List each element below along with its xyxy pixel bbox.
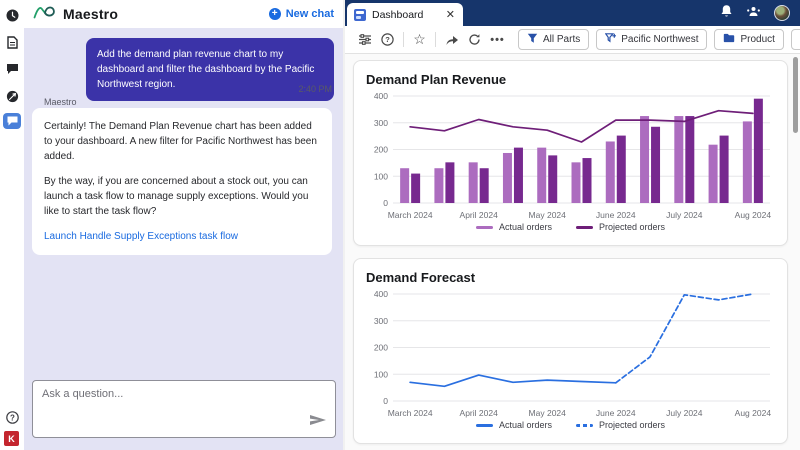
- favorite-star-icon[interactable]: ☆: [408, 29, 431, 51]
- filter-icon: [527, 33, 538, 47]
- svg-text:0: 0: [383, 396, 388, 406]
- svg-text:Aug 2024: Aug 2024: [735, 210, 772, 220]
- chat-input[interactable]: [42, 388, 312, 428]
- chart-legend: Actual orders Projected orders: [366, 222, 775, 232]
- svg-text:July 2024: July 2024: [666, 408, 703, 418]
- compass-icon[interactable]: [4, 88, 20, 104]
- bot-message-bubble: Certainly! The Demand Plan Revenue chart…: [32, 108, 332, 255]
- legend-item: Actual orders: [476, 222, 552, 232]
- dashboard-top-bar: Dashboard ✕: [345, 0, 800, 26]
- send-icon[interactable]: [309, 413, 327, 431]
- chip-planning-date[interactable]: Before planning date 6 mon: [791, 29, 800, 50]
- svg-text:300: 300: [374, 118, 388, 128]
- svg-text:400: 400: [374, 91, 388, 101]
- bot-name-label: Maestro: [44, 97, 77, 107]
- chip-all-parts[interactable]: All Parts: [518, 29, 589, 50]
- help-icon[interactable]: ?: [4, 409, 20, 425]
- chat-panel: Maestro + New chat Add the demand plan r…: [24, 0, 343, 450]
- top-bar-actions: [720, 4, 800, 23]
- chart-title: Demand Forecast: [366, 270, 775, 285]
- app-title: Maestro: [63, 6, 118, 22]
- svg-text:May 2024: May 2024: [529, 408, 567, 418]
- dashboard-panel: Dashboard ✕ ? ☆: [343, 0, 800, 450]
- chart-legend: Actual orders Projected orders: [366, 420, 775, 430]
- legend-item: Actual orders: [476, 420, 552, 430]
- filter-chips: All Parts Pacific Northwest Product: [518, 29, 800, 50]
- dashboard-tab-label: Dashboard: [372, 9, 439, 21]
- chip-product[interactable]: Product: [714, 29, 783, 50]
- folder-icon: [723, 33, 735, 46]
- svg-text:June 2024: June 2024: [596, 210, 636, 220]
- refresh-icon[interactable]: [463, 29, 486, 51]
- bot-paragraph-1: Certainly! The Demand Plan Revenue chart…: [44, 119, 320, 164]
- svg-text:200: 200: [374, 145, 388, 155]
- more-options-icon[interactable]: •••: [486, 29, 509, 51]
- help-circle-icon[interactable]: ?: [376, 29, 399, 51]
- svg-text:200: 200: [374, 343, 388, 353]
- demand-forecast-chart: 0 100 200 300 400 March 2024 April 2024 May 202…: [366, 287, 776, 419]
- chart-title: Demand Plan Revenue: [366, 72, 775, 87]
- history-clock-icon[interactable]: [4, 7, 20, 23]
- document-icon[interactable]: [4, 34, 20, 50]
- svg-text:?: ?: [10, 413, 15, 422]
- message-timestamp: 2:40 PM: [298, 84, 332, 94]
- svg-text:July 2024: July 2024: [666, 210, 703, 220]
- left-icon-rail: ? K: [0, 0, 24, 450]
- demand-forecast-card: Demand Forecast 0 100 200 300 400 March 2024 A…: [353, 258, 788, 444]
- new-chat-button[interactable]: + New chat: [269, 8, 334, 20]
- svg-text:May 2024: May 2024: [529, 210, 567, 220]
- svg-text:?: ?: [385, 35, 390, 44]
- svg-text:June 2024: June 2024: [596, 408, 636, 418]
- notifications-bell-icon[interactable]: [720, 4, 733, 23]
- svg-text:April 2024: April 2024: [460, 210, 499, 220]
- chip-pacific-northwest[interactable]: Pacific Northwest: [596, 29, 707, 50]
- new-chat-label: New chat: [286, 8, 334, 20]
- svg-text:Aug 2024: Aug 2024: [735, 408, 772, 418]
- svg-text:0: 0: [383, 198, 388, 208]
- chip-label: Pacific Northwest: [621, 34, 698, 45]
- chip-label: Product: [740, 34, 774, 45]
- toolbar-divider: [435, 32, 436, 47]
- svg-text:300: 300: [374, 316, 388, 326]
- dashboard-tab-icon: [354, 9, 366, 21]
- chat-header: Maestro + New chat: [24, 0, 343, 28]
- demand-plan-revenue-card: Demand Plan Revenue 0 100 200 300 400 March 2…: [353, 60, 788, 246]
- chat-input-box: [32, 380, 336, 438]
- toolbar-divider: [403, 32, 404, 47]
- tab-dashboard[interactable]: Dashboard ✕: [347, 3, 463, 26]
- vertical-scrollbar[interactable]: [793, 57, 798, 133]
- filter-added-icon: [605, 33, 616, 47]
- plus-icon: +: [269, 8, 281, 20]
- svg-text:April 2024: April 2024: [460, 408, 499, 418]
- share-icon[interactable]: [440, 29, 463, 51]
- chip-label: All Parts: [543, 34, 580, 45]
- maestro-logo-icon: [33, 3, 58, 25]
- feedback-chat-icon[interactable]: [4, 61, 20, 77]
- dashboard-canvas: Demand Plan Revenue 0 100 200 300 400 March 2…: [345, 54, 800, 450]
- svg-text:100: 100: [374, 369, 388, 379]
- bot-paragraph-2: By the way, if you are concerned about a…: [44, 174, 320, 219]
- community-people-icon[interactable]: [746, 4, 761, 22]
- user-avatar-photo[interactable]: [774, 5, 790, 21]
- svg-text:March 2024: March 2024: [388, 408, 433, 418]
- svg-text:400: 400: [374, 289, 388, 299]
- dashboard-toolbar: ? ☆ ••• All Parts: [345, 26, 800, 54]
- svg-text:100: 100: [374, 171, 388, 181]
- legend-item: Projected orders: [576, 420, 665, 430]
- settings-sliders-icon[interactable]: [353, 29, 376, 51]
- brand: Maestro: [33, 3, 118, 25]
- app-window: ? K Maestro + New chat Add the demand pl…: [0, 0, 800, 450]
- active-chat-icon[interactable]: [3, 113, 21, 129]
- user-message-bubble: Add the demand plan revenue chart to my …: [86, 38, 334, 101]
- legend-item: Projected orders: [576, 222, 665, 232]
- demand-plan-revenue-chart: 0 100 200 300 400 March 2024 April 2024 May 202…: [366, 89, 776, 221]
- close-tab-icon[interactable]: ✕: [445, 8, 456, 21]
- svg-text:March 2024: March 2024: [388, 210, 433, 220]
- launch-task-flow-link[interactable]: Launch Handle Supply Exceptions task flo…: [44, 229, 238, 244]
- user-avatar-k[interactable]: K: [4, 431, 19, 446]
